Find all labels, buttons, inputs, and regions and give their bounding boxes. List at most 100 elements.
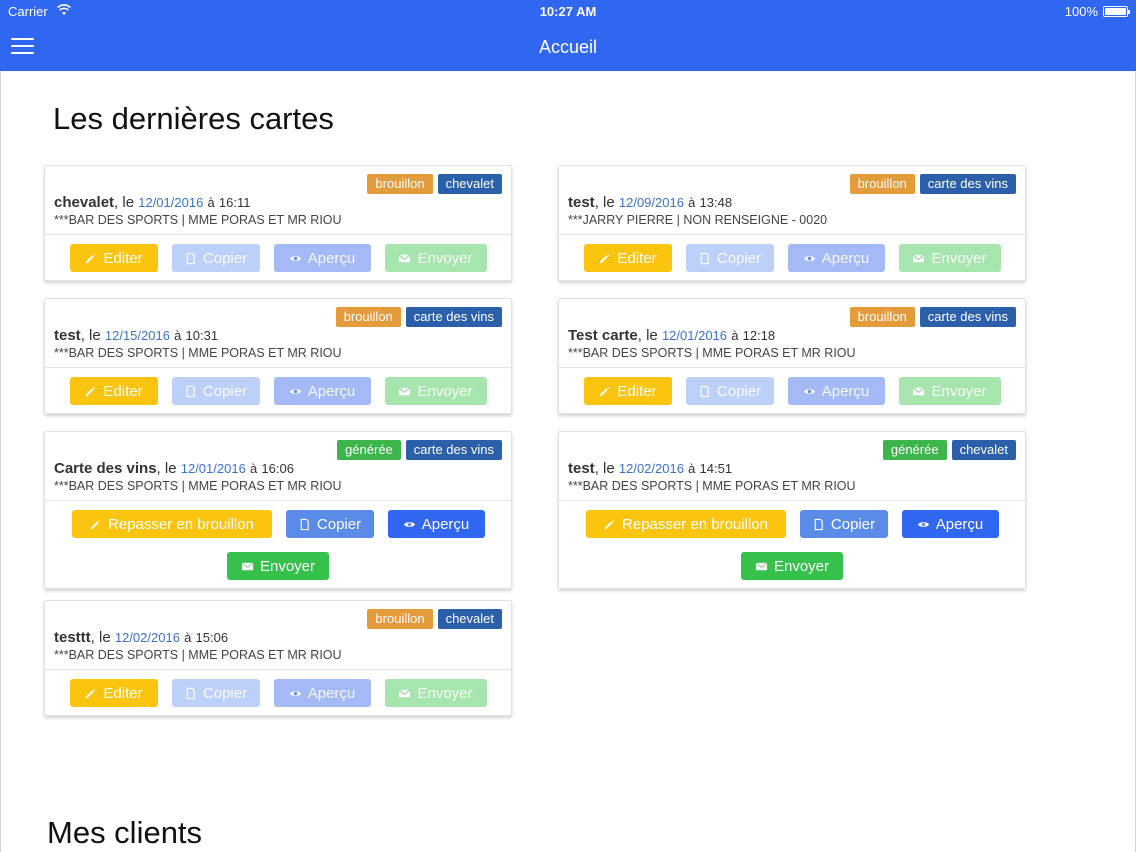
card-header: générée carte des vins Carte des vins, l… (45, 432, 511, 501)
copy-icon (814, 518, 823, 530)
envelope-icon (755, 561, 768, 570)
copy-icon (186, 385, 195, 397)
badge-group: générée chevalet (882, 440, 1016, 460)
copy-button[interactable]: Copier (171, 377, 260, 405)
card-time: 12:18 (742, 328, 776, 343)
type-badge: carte des vins (919, 307, 1016, 327)
le-label: , le (90, 629, 111, 646)
frame-border-left (0, 71, 1, 852)
card-header: brouillon chevalet testtt, le 12/02/2016… (45, 601, 511, 670)
le-label: , le (594, 194, 615, 211)
copy-icon (186, 252, 195, 264)
le-label: , le (80, 327, 101, 344)
card-title: testtt, le 12/02/2016 à 15:06 (54, 629, 228, 646)
pencil-icon (86, 688, 96, 698)
preview-button[interactable]: Aperçu (273, 244, 371, 272)
card-date[interactable]: 12/02/2016 (115, 630, 180, 645)
preview-button[interactable]: Aperçu (273, 679, 371, 707)
card-name: test (568, 460, 595, 477)
edit-button[interactable]: Editer (583, 377, 672, 405)
copy-button[interactable]: Copier (799, 510, 888, 538)
send-button[interactable]: Envoyer (384, 244, 487, 272)
status-bar: Carrier 10:27 AM 100% (0, 0, 1136, 24)
card-actions: Editer Copier Aperçu Envoyer (559, 235, 1025, 280)
card-client: ***BAR DES SPORTS | MME PORAS ET MR RIOU (54, 346, 342, 360)
badge-group: brouillon carte des vins (849, 307, 1016, 327)
section-title-clients: Mes clients (47, 815, 203, 850)
a-label: à (184, 630, 192, 645)
copy-icon (186, 687, 195, 699)
send-button[interactable]: Envoyer (898, 377, 1001, 405)
send-button[interactable]: Envoyer (384, 377, 487, 405)
eye-icon (289, 388, 301, 394)
card-time: 14:51 (699, 461, 733, 476)
card-actions: Repasser en brouillon Copier Aperçu Envo… (45, 501, 511, 588)
card-time: 16:06 (261, 461, 294, 476)
copy-button[interactable]: Copier (285, 510, 374, 538)
card-actions: Editer Copier Aperçu Envoyer (45, 670, 511, 715)
pencil-icon (86, 253, 96, 263)
preview-button[interactable]: Aperçu (901, 510, 999, 538)
edit-button[interactable]: Editer (583, 244, 672, 272)
envelope-icon (913, 386, 925, 395)
edit-button[interactable]: Editer (69, 244, 158, 272)
le-label: , le (637, 327, 658, 344)
card-title: test, le 12/15/2016 à 10:31 (54, 327, 218, 344)
status-badge: brouillon (849, 307, 915, 327)
preview-button[interactable]: Aperçu (273, 377, 371, 405)
card-title: chevalet, le 12/01/2016 à 16:11 (54, 194, 250, 211)
send-button[interactable]: Envoyer (384, 679, 487, 707)
card-actions: Editer Copier Aperçu Envoyer (45, 368, 511, 413)
eye-icon (289, 690, 301, 696)
eye-icon (803, 388, 815, 394)
card-date[interactable]: 12/01/2016 (181, 461, 246, 476)
card-date[interactable]: 12/02/2016 (619, 461, 684, 476)
card-date[interactable]: 12/01/2016 (138, 195, 203, 210)
card-name: testtt (54, 629, 91, 646)
pencil-icon (90, 519, 101, 529)
preview-button[interactable]: Aperçu (387, 510, 485, 538)
clock: 10:27 AM (539, 4, 597, 19)
copy-button[interactable]: Copier (685, 377, 774, 405)
preview-button[interactable]: Aperçu (787, 377, 885, 405)
card-date[interactable]: 12/15/2016 (105, 328, 170, 343)
eye-icon (289, 255, 301, 261)
copy-button[interactable]: Copier (685, 244, 774, 272)
card-time: 15:06 (195, 630, 229, 645)
card-date[interactable]: 12/01/2016 (662, 328, 727, 343)
status-badge: brouillon (849, 174, 915, 194)
badge-group: brouillon carte des vins (849, 174, 1016, 194)
card-name: Carte des vins (54, 460, 157, 477)
type-badge: carte des vins (405, 440, 502, 460)
a-label: à (688, 461, 696, 476)
status-badge: brouillon (367, 609, 433, 629)
type-badge: chevalet (437, 174, 502, 194)
copy-button[interactable]: Copier (171, 244, 260, 272)
battery-icon (1103, 6, 1130, 17)
copy-icon (700, 252, 709, 264)
send-button[interactable]: Envoyer (741, 552, 843, 580)
battery-percent: 100% (1064, 4, 1098, 19)
send-button[interactable]: Envoyer (898, 244, 1001, 272)
revert-draft-button[interactable]: Repasser en brouillon (585, 510, 786, 538)
card-header: brouillon chevalet chevalet, le 12/01/20… (45, 166, 511, 235)
type-badge: chevalet (437, 609, 502, 629)
card-date[interactable]: 12/09/2016 (619, 195, 684, 210)
eye-icon (403, 521, 415, 527)
preview-button[interactable]: Aperçu (787, 244, 885, 272)
copy-button[interactable]: Copier (171, 679, 260, 707)
card-title: Carte des vins, le 12/01/2016 à 16:06 (54, 460, 294, 477)
card-name: test (54, 327, 81, 344)
edit-button[interactable]: Editer (69, 679, 158, 707)
send-row: Envoyer (559, 552, 1025, 580)
copy-icon (300, 518, 309, 530)
card-name: Test carte (568, 327, 638, 344)
send-button[interactable]: Envoyer (227, 552, 329, 580)
card-item: générée chevalet test, le 12/02/2016 à 1… (558, 431, 1026, 589)
a-label: à (731, 328, 739, 343)
edit-button[interactable]: Editer (69, 377, 158, 405)
pencil-icon (604, 519, 615, 529)
pencil-icon (600, 253, 610, 263)
revert-draft-button[interactable]: Repasser en brouillon (71, 510, 272, 538)
card-client: ***JARRY PIERRE | NON RENSEIGNE - 0020 (568, 213, 828, 227)
